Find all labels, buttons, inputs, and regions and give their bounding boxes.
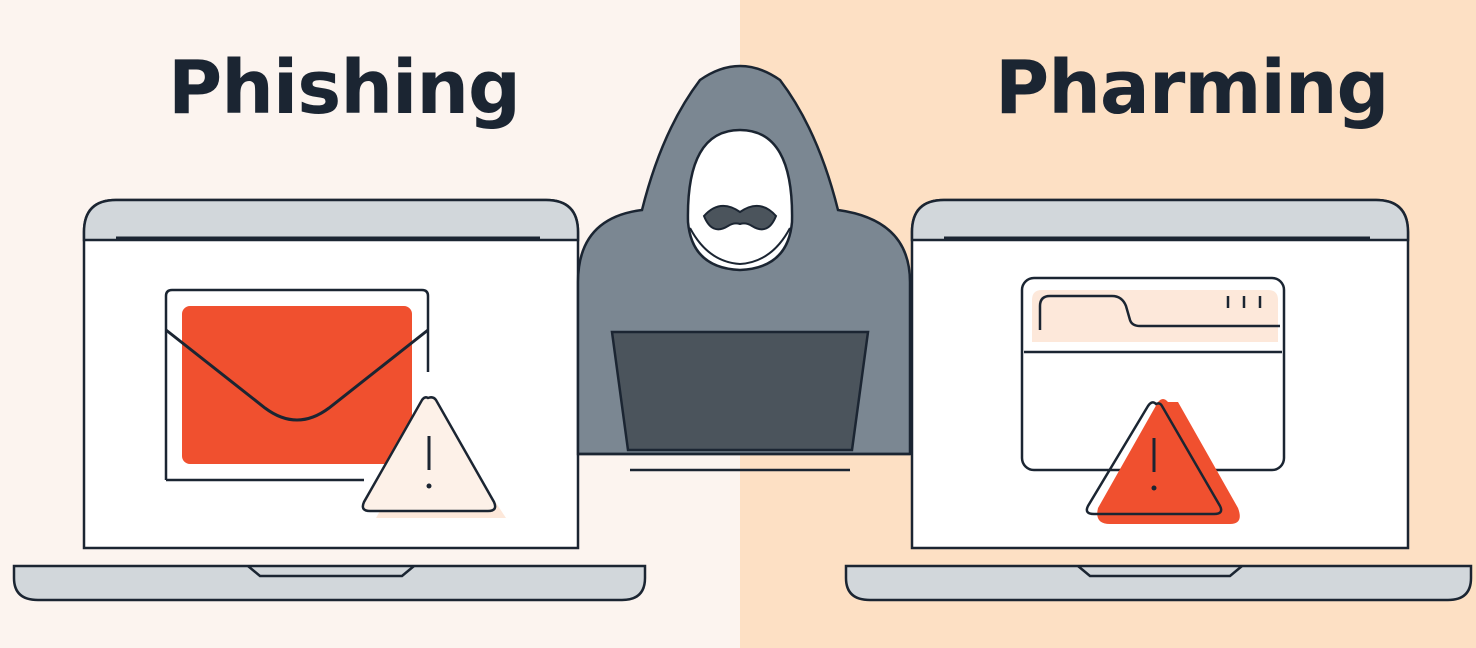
envelope-icon <box>164 288 430 482</box>
phishing-vs-pharming-illustration: Phishing Pharming <box>0 0 1476 648</box>
phishing-title: Phishing <box>168 45 521 131</box>
right-laptop-icon <box>844 198 1473 602</box>
pharming-title: Pharming <box>995 45 1389 131</box>
